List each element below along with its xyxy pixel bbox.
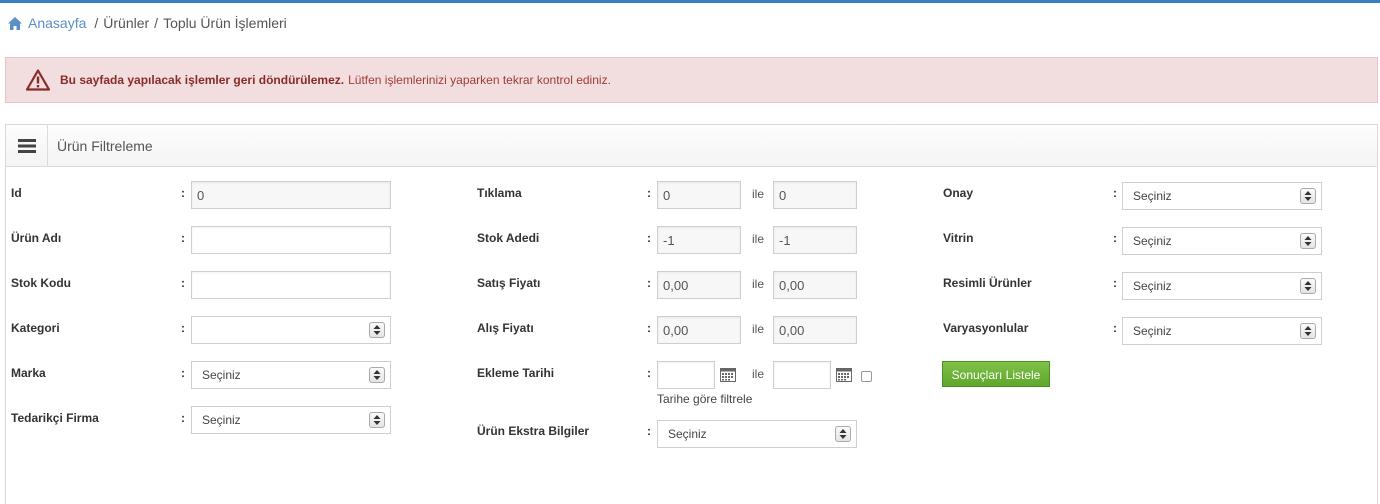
breadcrumb-separator: /	[94, 15, 99, 31]
top-accent-bar	[0, 0, 1380, 3]
range-separator: ile	[752, 187, 765, 201]
colon: :	[1113, 321, 1117, 335]
brand-label: Marka	[11, 366, 46, 380]
approval-label: Onay	[943, 186, 974, 200]
date-to-input[interactable]	[773, 361, 831, 389]
colon: :	[647, 321, 651, 335]
calendar-icon[interactable]	[836, 368, 852, 382]
showcase-label: Vitrin	[943, 231, 974, 245]
category-label: Kategori	[11, 321, 60, 335]
product-name-label: Ürün Adı	[11, 231, 62, 245]
colon: :	[1113, 231, 1117, 245]
variations-select-value: Seçiniz	[1133, 324, 1172, 338]
id-input[interactable]	[191, 181, 391, 209]
with-images-select-value: Seçiniz	[1133, 279, 1172, 293]
colon: :	[1113, 276, 1117, 290]
alert-strong-text: Bu sayfada yapılacak işlemler geri döndü…	[60, 73, 345, 87]
breadcrumb-products[interactable]: Ürünler	[103, 15, 149, 31]
select-arrows-icon	[369, 322, 385, 338]
product-name-input[interactable]	[191, 226, 391, 254]
select-arrows-icon	[1300, 188, 1316, 204]
variations-label: Varyasyonlular	[943, 321, 1029, 335]
range-separator: ile	[752, 322, 765, 336]
warning-icon	[26, 69, 50, 91]
panel-title: Ürün Filtreleme	[57, 138, 153, 154]
showcase-select-value: Seçiniz	[1133, 234, 1172, 248]
colon: :	[647, 424, 651, 438]
breadcrumb-separator: /	[154, 15, 159, 31]
colon: :	[1113, 186, 1117, 200]
brand-select-value: Seçiniz	[202, 368, 241, 382]
clicks-from-input[interactable]	[657, 181, 741, 209]
select-arrows-icon	[835, 426, 851, 442]
range-separator: ile	[752, 232, 765, 246]
stock-count-label: Stok Adedi	[477, 231, 540, 245]
range-separator: ile	[752, 367, 765, 381]
colon: :	[647, 186, 651, 200]
stock-from-input[interactable]	[657, 226, 741, 254]
breadcrumb-current: Toplu Ürün İşlemleri	[163, 15, 287, 31]
clicks-label: Tıklama	[477, 186, 522, 200]
alert-text: Lütfen işlemlerinizi yaparken tekrar kon…	[348, 73, 611, 87]
breadcrumb-home-link[interactable]: Anasayfa	[28, 15, 86, 31]
select-arrows-icon	[1300, 278, 1316, 294]
calendar-icon[interactable]	[720, 368, 736, 382]
clicks-to-input[interactable]	[773, 181, 857, 209]
sale-price-label: Satış Fiyatı	[477, 276, 541, 290]
approval-select-value: Seçiniz	[1133, 189, 1172, 203]
select-arrows-icon	[1300, 323, 1316, 339]
id-label: Id	[11, 186, 22, 200]
stock-code-label: Stok Kodu	[11, 276, 71, 290]
colon: :	[181, 231, 185, 245]
colon: :	[647, 276, 651, 290]
with-images-select[interactable]: Seçiniz	[1122, 272, 1322, 300]
colon: :	[181, 366, 185, 380]
category-select[interactable]	[191, 316, 391, 344]
with-images-label: Resimli Ürünler	[943, 276, 1032, 290]
list-results-button[interactable]: Sonuçları Listele	[942, 361, 1050, 387]
supplier-label: Tedarikçi Firma	[11, 411, 99, 425]
supplier-select-value: Seçiniz	[202, 413, 241, 427]
home-icon[interactable]	[7, 16, 23, 31]
hamburger-icon	[17, 138, 36, 153]
colon: :	[647, 366, 651, 380]
select-arrows-icon	[369, 412, 385, 428]
colon: :	[181, 321, 185, 335]
select-arrows-icon	[369, 367, 385, 383]
colon: :	[181, 276, 185, 290]
variations-select[interactable]: Seçiniz	[1122, 317, 1322, 345]
approval-select[interactable]: Seçiniz	[1122, 182, 1322, 210]
stock-code-input[interactable]	[191, 271, 391, 299]
brand-select[interactable]: Seçiniz	[191, 361, 391, 389]
date-added-label: Ekleme Tarihi	[477, 366, 555, 380]
buy-price-label: Alış Fiyatı	[477, 321, 534, 335]
panel-menu-button[interactable]	[6, 125, 48, 166]
range-separator: ile	[752, 277, 765, 291]
date-from-input[interactable]	[657, 361, 715, 389]
sale-price-to-input[interactable]	[773, 271, 857, 299]
select-arrows-icon	[1300, 233, 1316, 249]
colon: :	[181, 186, 185, 200]
extra-info-label: Ürün Ekstra Bilgiler	[477, 424, 590, 438]
supplier-select[interactable]: Seçiniz	[191, 406, 391, 434]
date-filter-checkbox[interactable]	[861, 371, 872, 382]
warning-alert: Bu sayfada yapılacak işlemler geri döndü…	[5, 57, 1378, 103]
showcase-select[interactable]: Seçiniz	[1122, 227, 1322, 255]
breadcrumb: Anasayfa / Ürünler / Toplu Ürün İşlemler…	[7, 14, 287, 32]
colon: :	[181, 411, 185, 425]
extra-info-select-value: Seçiniz	[668, 427, 707, 441]
extra-info-select[interactable]: Seçiniz	[657, 420, 857, 448]
buy-price-from-input[interactable]	[657, 316, 741, 344]
stock-to-input[interactable]	[773, 226, 857, 254]
date-filter-hint: Tarihe göre filtrele	[657, 392, 753, 406]
colon: :	[647, 231, 651, 245]
panel-header: Ürün Filtreleme	[6, 125, 1377, 167]
buy-price-to-input[interactable]	[773, 316, 857, 344]
sale-price-from-input[interactable]	[657, 271, 741, 299]
